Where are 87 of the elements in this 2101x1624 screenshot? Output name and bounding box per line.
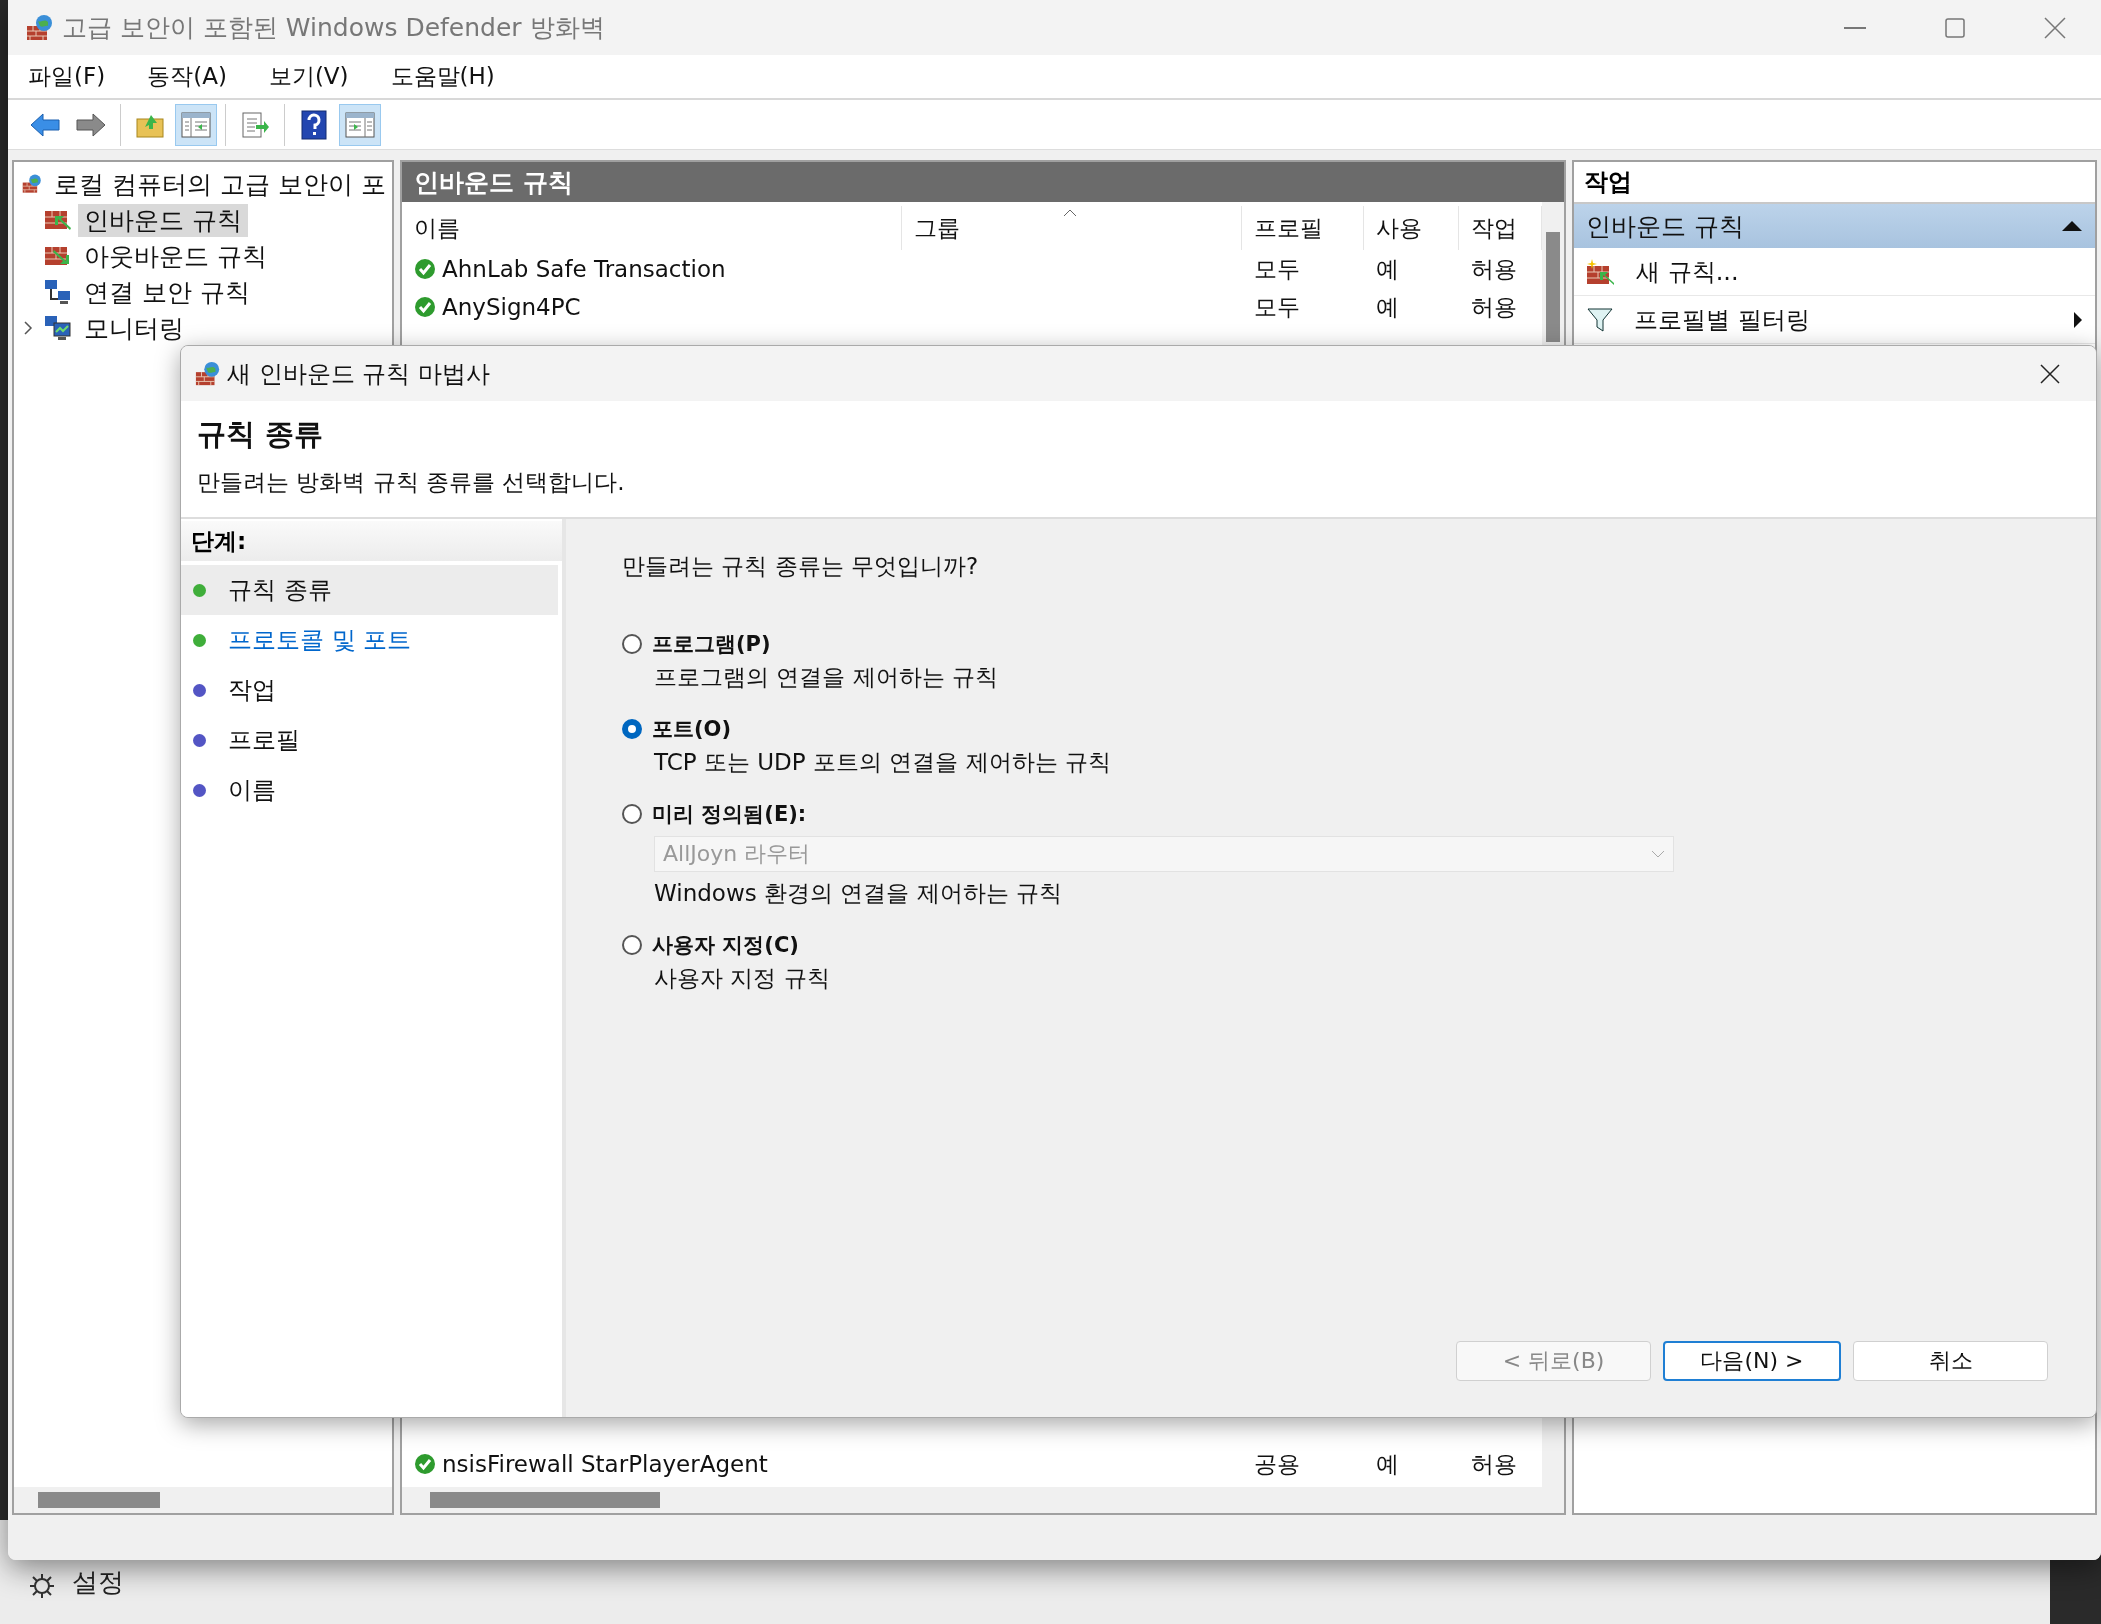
table-cell: AnySign4PC	[402, 288, 902, 326]
firewall-icon	[26, 13, 54, 42]
option-description: 사용자 지정 규칙	[654, 964, 831, 993]
action-item[interactable]: 새 규칙...	[1574, 248, 2095, 296]
tree-item[interactable]: 연결 보안 규칙	[78, 275, 256, 309]
menu-item[interactable]: 파일(F)	[22, 61, 112, 92]
column-header[interactable]: 프로필	[1242, 206, 1364, 250]
step-item[interactable]: 프로토콜 및 포트	[181, 615, 558, 665]
minimize-icon[interactable]	[1844, 26, 1866, 29]
table-cell-text: 예	[1375, 254, 1400, 284]
tree-item[interactable]: 로컬 컴퓨터의 고급 보안이 포	[48, 167, 392, 201]
option-label[interactable]: 사용자 지정(C)	[652, 931, 799, 959]
forward-arrow-icon	[75, 111, 107, 138]
step-item[interactable]: 규칙 종류	[181, 565, 558, 615]
filter-icon	[1586, 306, 1614, 333]
window-title: 고급 보안이 포함된 Windows Defender 방화벽	[62, 12, 606, 44]
step-item[interactable]: 프로필	[181, 715, 558, 765]
step-item[interactable]: 작업	[181, 665, 558, 715]
scrollbar[interactable]	[1546, 232, 1560, 342]
table-row[interactable]: AnySign4PC 모두 예 허용	[402, 288, 1542, 326]
check-icon	[414, 296, 436, 318]
column-header[interactable]: 사용	[1364, 206, 1459, 250]
steps-heading: 단계:	[181, 521, 562, 561]
option-description: 프로그램의 연결을 제어하는 규칙	[654, 663, 999, 692]
chevron-down-icon	[1651, 850, 1665, 858]
computers-icon	[44, 279, 72, 305]
option-label[interactable]: 프로그램(P)	[652, 630, 771, 658]
option-description: TCP 또는 UDP 포트의 연결을 제어하는 규칙	[654, 748, 1112, 777]
table-row[interactable]: AhnLab Safe Transaction 모두 예 허용	[402, 250, 1542, 288]
submenu-arrow-icon	[2073, 310, 2083, 329]
export-list-icon	[240, 110, 270, 139]
pane-title: 인바운드 규칙	[402, 162, 1564, 202]
table-row[interactable]: nsisFirewall StarPlayerAgent 공용 예 허용	[402, 1445, 1542, 1483]
page-heading: 규칙 종류	[197, 416, 325, 453]
radio-button[interactable]	[622, 634, 642, 654]
monitor-icon	[44, 315, 72, 341]
tree-item[interactable]: 아웃바운드 규칙	[78, 239, 273, 273]
radio-button[interactable]	[622, 935, 642, 955]
table-cell-text: 모두	[1253, 292, 1301, 322]
table-cell-text: 허용	[1470, 292, 1518, 322]
radio-button[interactable]	[622, 804, 642, 824]
sort-caret-icon	[1062, 208, 1078, 218]
table-cell-text: 허용	[1470, 254, 1518, 284]
tree-item[interactable]: 인바운드 규칙	[78, 203, 248, 237]
question-text: 만들려는 규칙 종류는 무엇입니까?	[622, 552, 980, 581]
dialog-title: 새 인바운드 규칙 마법사	[227, 358, 491, 390]
pane-toggle-icon	[181, 111, 211, 138]
page-description: 만들려는 방화벽 규칙 종류를 선택합니다.	[197, 468, 626, 497]
settings-icon	[28, 1572, 56, 1600]
table-cell: nsisFirewall StarPlayerAgent	[402, 1445, 902, 1483]
menu-item[interactable]: 동작(A)	[141, 61, 233, 92]
menu-item[interactable]: 도움말(H)	[384, 61, 501, 92]
column-header[interactable]: 그룹	[902, 206, 1242, 250]
pane-toggle-icon	[345, 111, 375, 138]
wall-arrow-icon	[44, 244, 72, 268]
table-cell-text: 예	[1375, 292, 1400, 322]
settings-label[interactable]: 설정	[72, 1565, 124, 1600]
option-description: Windows 환경의 연결을 제어하는 규칙	[654, 879, 1063, 908]
table-cell-text: 예	[1375, 1449, 1400, 1479]
scrollbar[interactable]	[38, 1492, 160, 1508]
back-arrow-icon	[29, 111, 61, 138]
wall-arrow-icon	[44, 208, 72, 232]
step-link[interactable]: 프로토콜 및 포트	[228, 624, 412, 656]
chevron-right-icon[interactable]	[23, 320, 33, 336]
option-label[interactable]: 미리 정의됨(E):	[652, 800, 807, 828]
collapse-triangle-icon[interactable]	[2061, 220, 2083, 232]
check-icon	[414, 258, 436, 280]
menu-item[interactable]: 보기(V)	[262, 61, 355, 92]
table-cell-text: 모두	[1253, 254, 1301, 284]
scrollbar[interactable]	[430, 1492, 660, 1508]
dialog-button[interactable]: 다음(N) >	[1663, 1341, 1841, 1381]
column-header[interactable]: 이름	[402, 206, 902, 250]
table-cell-text: 허용	[1470, 1449, 1518, 1479]
action-item[interactable]: 프로필별 필터링	[1574, 296, 2095, 344]
table-cell-text: 공용	[1253, 1449, 1301, 1479]
check-icon	[414, 1453, 436, 1475]
dialog-button[interactable]: 취소	[1853, 1341, 2048, 1381]
option-label[interactable]: 포트(O)	[652, 715, 732, 743]
section-header[interactable]: 인바운드 규칙	[1574, 204, 2095, 248]
radio-button[interactable]	[622, 719, 642, 739]
table-cell: AhnLab Safe Transaction	[402, 250, 902, 288]
tree-item[interactable]: 모니터링	[78, 311, 190, 345]
help-icon	[301, 109, 327, 140]
step-item[interactable]: 이름	[181, 765, 558, 815]
maximize-icon[interactable]	[1945, 17, 1965, 38]
close-icon[interactable]	[2040, 363, 2060, 384]
firewall-icon	[195, 360, 221, 387]
